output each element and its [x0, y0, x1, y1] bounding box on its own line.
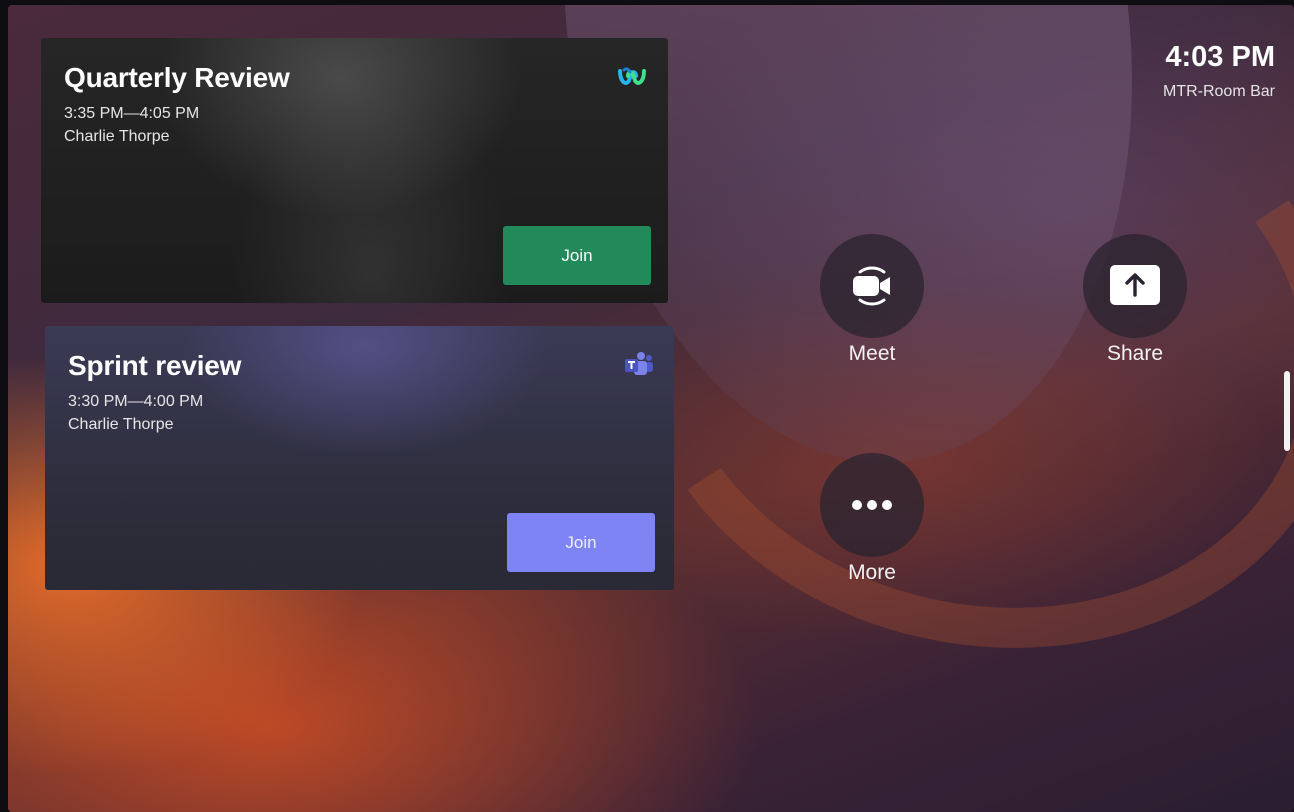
share-button[interactable]: Share: [1075, 234, 1195, 366]
room-home-screen: Quarterly Review 3:35 PM—4:05 PM Charlie…: [8, 5, 1294, 812]
meeting-time: 3:30 PM—4:00 PM: [68, 393, 204, 410]
join-button[interactable]: Join: [507, 513, 655, 572]
more-label: More: [848, 561, 896, 584]
meeting-time: 3:35 PM—4:05 PM: [64, 105, 200, 122]
meeting-organizer: Charlie Thorpe: [68, 416, 174, 433]
share-circle[interactable]: [1083, 234, 1187, 338]
join-button[interactable]: Join: [503, 226, 651, 285]
more-circle[interactable]: [820, 453, 924, 557]
video-camera-icon: [853, 266, 890, 306]
vertical-scrollbar[interactable]: [1284, 371, 1290, 451]
current-time: 4:03 PM: [1165, 41, 1275, 73]
more-dots-icon: [852, 500, 892, 510]
meeting-organizer: Charlie Thorpe: [64, 128, 170, 145]
share-upload-icon: [1110, 265, 1160, 305]
meet-button[interactable]: Meet: [812, 234, 932, 366]
teams-icon: [622, 348, 654, 380]
meeting-title: Sprint review: [68, 350, 242, 381]
meet-circle[interactable]: [820, 234, 924, 338]
meeting-card-sprint-review: Sprint review 3:30 PM—4:00 PM Charlie Th…: [45, 326, 674, 590]
share-label: Share: [1106, 342, 1164, 365]
webex-icon: [616, 60, 648, 92]
more-button[interactable]: More: [812, 453, 932, 585]
meeting-title: Quarterly Review: [64, 62, 290, 93]
meeting-card-quarterly-review: Quarterly Review 3:35 PM—4:05 PM Charlie…: [41, 38, 668, 303]
meet-label: Meet: [848, 342, 896, 365]
room-name: MTR-Room Bar: [1162, 83, 1275, 100]
